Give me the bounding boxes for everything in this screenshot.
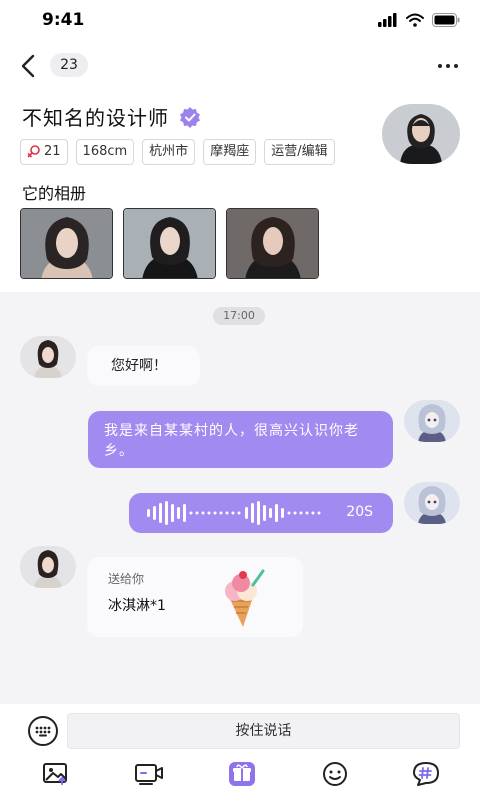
status-time: 9:41 <box>42 10 85 30</box>
image-upload-icon <box>43 763 67 785</box>
battery-icon <box>432 13 460 27</box>
message-bubble-received[interactable]: 您好啊！ <box>87 346 200 386</box>
age-tag: 21 <box>20 139 68 165</box>
voice-waveform-icon <box>147 501 321 525</box>
female-icon <box>27 145 40 158</box>
chevron-left-icon <box>21 54 35 78</box>
gift-button[interactable] <box>226 760 258 788</box>
gift-icon <box>229 762 255 786</box>
occupation-tag: 运营/编辑 <box>264 139 335 165</box>
gift-name: 冰淇淋*1 <box>108 598 166 614</box>
age-value: 21 <box>44 144 61 159</box>
keyboard-toggle-button[interactable] <box>28 716 58 746</box>
emoji-button[interactable] <box>319 760 351 788</box>
topic-button[interactable] <box>410 760 442 788</box>
hold-to-talk-button[interactable]: 按住说话 <box>67 713 460 749</box>
ice-cream-icon <box>225 569 265 627</box>
contact-avatar[interactable] <box>20 336 76 378</box>
profile-avatar[interactable] <box>382 104 460 164</box>
more-dot-icon <box>438 64 442 68</box>
city-tag: 杭州市 <box>142 139 196 165</box>
verified-badge-icon <box>180 106 200 128</box>
unread-count-badge[interactable]: 23 <box>50 53 88 77</box>
keyboard-icon <box>35 726 51 737</box>
image-upload-button[interactable] <box>40 760 72 788</box>
profile-name: 不知名的设计师 <box>22 106 169 130</box>
voice-duration: 20S <box>346 504 373 520</box>
zodiac-tag: 摩羯座 <box>203 139 257 165</box>
profile-card: 不知名的设计师 21 168cm 杭州市 摩羯座 运营/编辑 它的相册 <box>0 88 480 292</box>
height-tag: 168cm <box>75 139 135 165</box>
status-bar: 9:41 <box>0 0 480 44</box>
voice-message[interactable]: 20S <box>129 493 393 533</box>
name-row: 不知名的设计师 <box>22 102 201 131</box>
contact-avatar[interactable] <box>20 546 76 588</box>
user-avatar[interactable] <box>404 400 460 442</box>
album-photo[interactable] <box>226 208 319 279</box>
photo-album <box>20 208 319 279</box>
more-dot-icon <box>454 64 458 68</box>
input-bar: 按住说话 <box>0 704 480 758</box>
album-photo[interactable] <box>123 208 216 279</box>
signal-icon <box>378 13 397 27</box>
status-icons <box>378 13 460 27</box>
topic-icon <box>413 762 439 786</box>
album-title: 它的相册 <box>22 184 87 203</box>
profile-tags: 21 168cm 杭州市 摩羯座 运营/编辑 <box>20 139 335 165</box>
emoji-icon <box>323 762 347 786</box>
more-button[interactable] <box>432 54 464 78</box>
video-call-icon <box>135 764 163 785</box>
gift-label: 送给你 <box>108 572 145 586</box>
wifi-icon <box>406 13 424 27</box>
album-photo[interactable] <box>20 208 113 279</box>
back-button[interactable] <box>14 52 42 80</box>
user-avatar[interactable] <box>404 482 460 524</box>
gift-message[interactable]: 送给你 冰淇淋*1 <box>87 557 303 637</box>
video-call-button[interactable] <box>133 760 165 788</box>
chat-toolbar <box>0 758 480 800</box>
more-dot-icon <box>446 64 450 68</box>
chat-timestamp: 17:00 <box>213 307 265 325</box>
chat-area[interactable]: 17:00 您好啊！ 我是来自某某村的人，很高兴认识你老乡。 20S 送给你 冰… <box>0 292 480 704</box>
message-bubble-sent[interactable]: 我是来自某某村的人，很高兴认识你老乡。 <box>88 411 393 468</box>
nav-bar: 23 <box>0 44 480 88</box>
